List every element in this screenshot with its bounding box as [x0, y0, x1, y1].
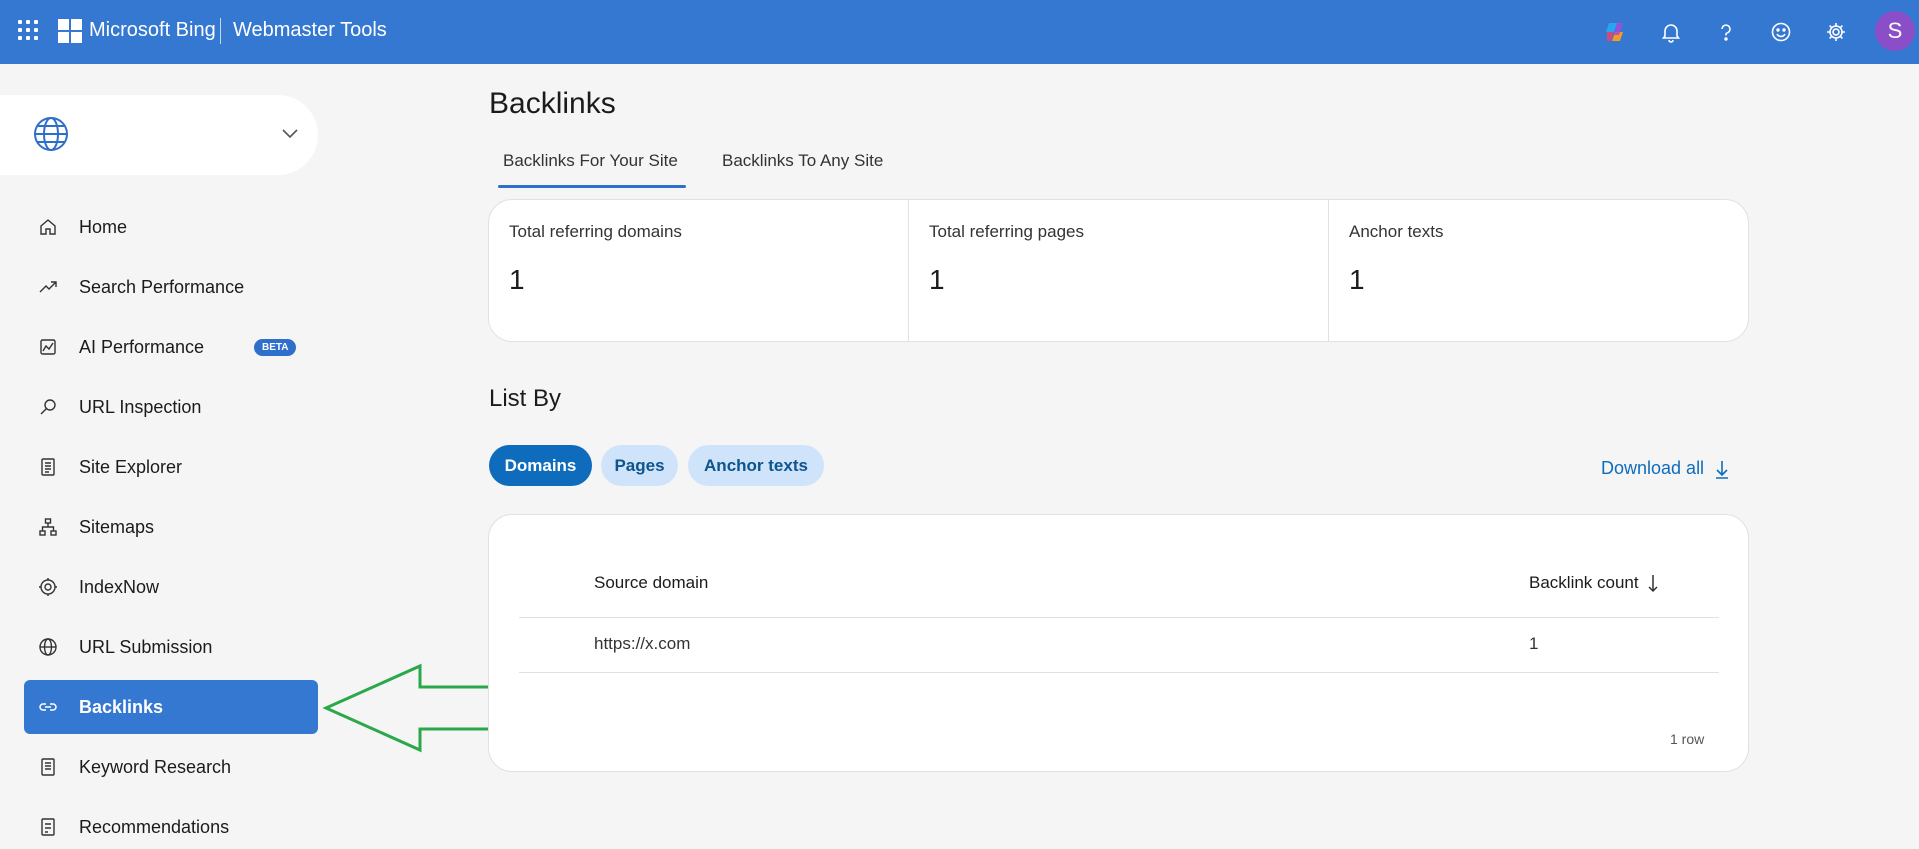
- brand-divider: [220, 18, 221, 44]
- download-all-label: Download all: [1601, 458, 1705, 478]
- chart-icon: [40, 339, 56, 355]
- download-all-button[interactable]: Download all: [1601, 458, 1730, 479]
- sidebar-item-label: URL Submission: [79, 637, 213, 657]
- page-title: Backlinks: [489, 87, 616, 120]
- sidebar-item-indexnow[interactable]: IndexNow: [24, 560, 318, 614]
- sidebar-item-backlinks[interactable]: Backlinks: [24, 680, 318, 734]
- sidebar-item-label: URL Inspection: [79, 397, 202, 417]
- column-header-source-domain[interactable]: Source domain: [594, 573, 708, 593]
- gear-icon[interactable]: [1820, 16, 1852, 48]
- backlinks-table: Source domain Backlink count https://x.c…: [488, 514, 1749, 772]
- row-count-label: 1 row: [1670, 731, 1705, 747]
- chevron-down-icon[interactable]: [280, 123, 300, 143]
- sidebar-item-label: Home: [79, 217, 128, 237]
- smiley-icon[interactable]: [1765, 16, 1797, 48]
- download-icon: [1716, 460, 1729, 479]
- tab-backlinks-for-your-site[interactable]: Backlinks For Your Site: [503, 151, 678, 171]
- sidebar-item-label: Sitemaps: [79, 517, 155, 537]
- site-selector[interactable]: [0, 95, 318, 175]
- stats-card: Total referring domains 1 Total referrin…: [488, 199, 1749, 342]
- sidebar-item-url-submission[interactable]: URL Submission: [24, 620, 318, 674]
- sidebar-item-label: Site Explorer: [79, 457, 183, 477]
- stat-label: Total referring domains: [509, 222, 682, 241]
- stat-value: 1: [1349, 264, 1365, 295]
- stat-value: 1: [509, 264, 525, 295]
- annotation-arrow-icon: [322, 663, 512, 753]
- avatar[interactable]: S: [1875, 11, 1915, 51]
- stat-referring-domains: Total referring domains 1: [489, 200, 909, 341]
- filter-domains-button[interactable]: Domains: [489, 445, 592, 486]
- cell-source-domain[interactable]: https://x.com: [594, 634, 690, 654]
- globe-icon: [39, 638, 57, 656]
- tab-backlinks-to-any-site[interactable]: Backlinks To Any Site: [722, 151, 883, 171]
- gear-icon: [39, 578, 57, 596]
- sidebar-item-sitemaps[interactable]: Sitemaps: [24, 500, 318, 554]
- microsoft-logo-icon: [58, 19, 82, 43]
- sidebar-item-home[interactable]: Home: [24, 200, 318, 254]
- bell-icon[interactable]: [1655, 16, 1687, 48]
- sidebar-item-site-explorer[interactable]: Site Explorer: [24, 440, 318, 494]
- active-tab-indicator: [498, 185, 686, 188]
- home-icon: [40, 219, 56, 235]
- document-icon: [41, 458, 55, 476]
- app-launcher-icon[interactable]: [18, 20, 38, 40]
- list-by-heading: List By: [489, 385, 562, 412]
- document-icon: [41, 758, 55, 776]
- stat-label: Total referring pages: [929, 222, 1084, 241]
- sidebar-item-label: Keyword Research: [79, 757, 232, 777]
- column-header-backlink-count[interactable]: Backlink count: [1529, 573, 1659, 593]
- search-icon: [40, 399, 56, 415]
- copilot-icon[interactable]: [1600, 16, 1632, 48]
- sidebar-item-label: IndexNow: [79, 577, 160, 597]
- sidebar-item-label: Search Performance: [79, 277, 245, 297]
- sidebar-item-label: Backlinks: [79, 697, 164, 717]
- sidebar-item-label: AI Performance: [79, 337, 205, 357]
- globe-icon: [34, 117, 68, 151]
- stat-value: 1: [929, 264, 945, 295]
- sort-descending-icon: [1648, 575, 1658, 593]
- sitemap-icon: [39, 518, 57, 536]
- product-name[interactable]: Webmaster Tools: [233, 19, 387, 42]
- stat-referring-pages: Total referring pages 1: [909, 200, 1329, 341]
- checklist-icon: [41, 818, 55, 836]
- link-icon: [39, 703, 57, 711]
- cell-backlink-count: 1: [1529, 634, 1539, 653]
- sidebar-item-search-performance[interactable]: Search Performance: [24, 260, 318, 314]
- help-icon[interactable]: [1710, 16, 1742, 48]
- table-row-divider: [519, 672, 1719, 673]
- sidebar-item-url-inspection[interactable]: URL Inspection: [24, 380, 318, 434]
- trend-icon: [39, 281, 57, 293]
- column-header-label: Backlink count: [1529, 573, 1639, 592]
- sidebar-item-ai-performance[interactable]: AI Performance BETA: [24, 320, 318, 374]
- stat-label: Anchor texts: [1349, 222, 1444, 241]
- sidebar-item-keyword-research[interactable]: Keyword Research: [24, 740, 318, 794]
- filter-anchor-texts-button[interactable]: Anchor texts: [688, 445, 824, 486]
- table-header-divider: [519, 617, 1719, 618]
- beta-badge: BETA: [254, 339, 297, 356]
- stat-anchor-texts: Anchor texts 1: [1329, 200, 1748, 341]
- sidebar-item-recommendations[interactable]: Recommendations: [24, 800, 318, 849]
- filter-pages-button[interactable]: Pages: [601, 445, 678, 486]
- top-bar: Microsoft Bing Webmaster Tools S: [0, 0, 1919, 64]
- brand-name[interactable]: Microsoft Bing: [89, 19, 216, 42]
- sidebar-item-label: Recommendations: [79, 817, 230, 837]
